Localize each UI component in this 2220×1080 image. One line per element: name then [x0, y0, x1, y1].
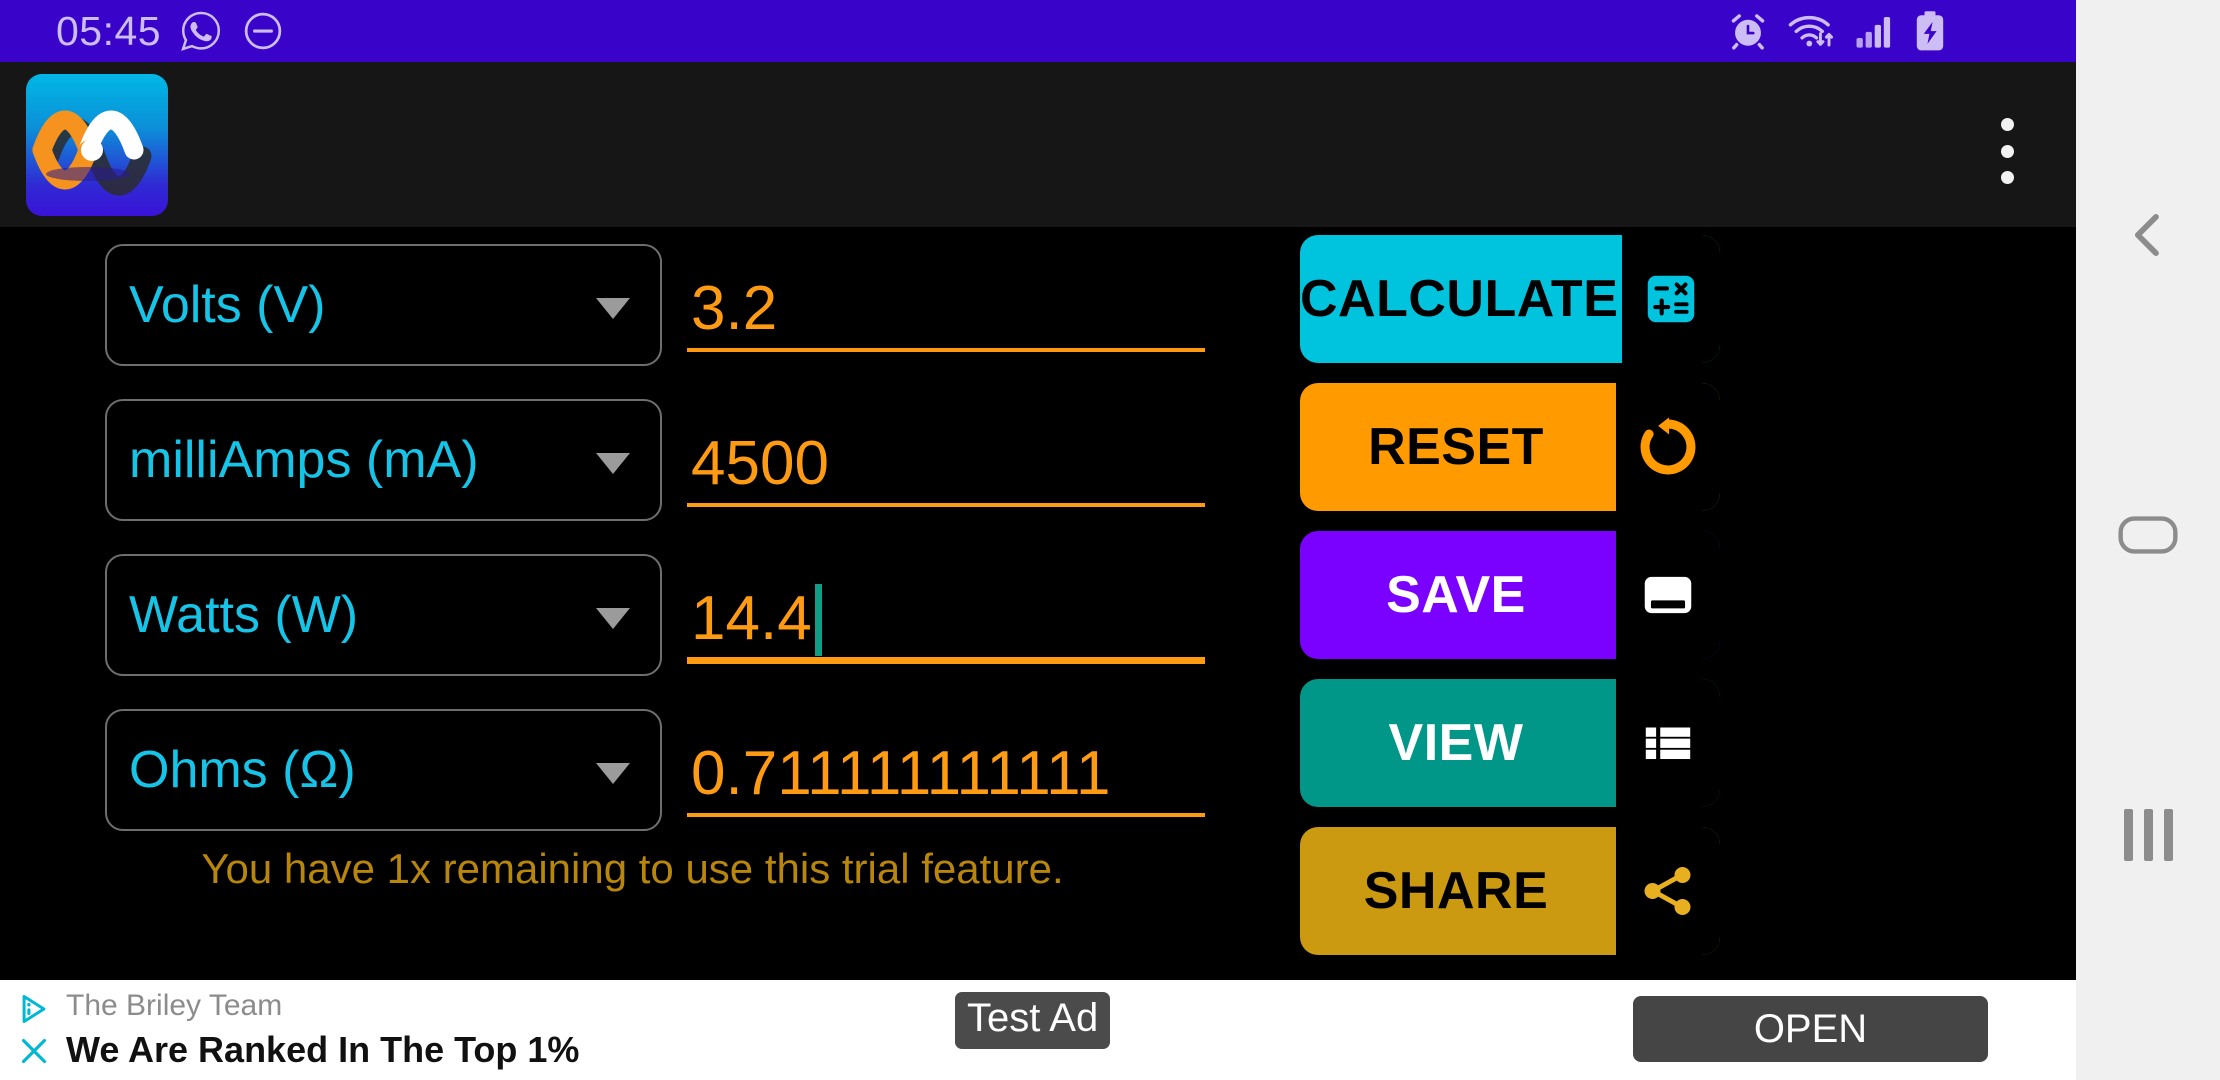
save-button-label: SAVE — [1386, 566, 1526, 624]
text-cursor — [814, 583, 822, 656]
phone-viewport: 05:45 Volts (V) 3.2 milliAmps (mA) 4500 … — [0, 0, 2076, 1080]
test-ad-badge: Test Ad — [955, 992, 1111, 1049]
value-field-volts[interactable]: 3.2 — [687, 244, 1207, 366]
close-icon[interactable] — [17, 1034, 51, 1068]
screen-root: 05:45 Volts (V) 3.2 milliAmps (mA) 4500 … — [0, 0, 2220, 1080]
reset-button[interactable]: RESET — [1300, 383, 1720, 511]
unit-dropdown-label: Ohms (Ω) — [129, 740, 356, 799]
share-button[interactable]: SHARE — [1300, 827, 1720, 955]
unit-dropdown-label: milliAmps (mA) — [129, 430, 479, 489]
save-button[interactable]: SAVE — [1300, 531, 1720, 659]
system-navigation-bar — [2076, 0, 2220, 1080]
status-bar: 05:45 — [0, 0, 2076, 62]
calculator-icon — [1622, 235, 1720, 363]
unit-dropdown-milliamps[interactable]: milliAmps (mA) — [105, 398, 662, 521]
overflow-dot — [2000, 118, 2014, 131]
overflow-menu-button[interactable] — [1974, 112, 2040, 190]
view-button-label: VIEW — [1388, 714, 1524, 772]
chevron-down-icon — [596, 762, 630, 784]
unit-dropdown-watts[interactable]: Watts (W) — [105, 553, 662, 676]
ad-headline: We Are Ranked In The Top 1% — [66, 1029, 580, 1070]
recents-bar — [2163, 809, 2173, 861]
status-bar-right — [1727, 9, 2052, 53]
recents-bars-icon — [2123, 809, 2173, 861]
calculate-button-label: CALCULATE — [1300, 270, 1619, 328]
home-rounded-rect-icon — [2118, 516, 2178, 554]
trial-notice: You have 1x remaining to use this trial … — [201, 845, 1064, 892]
calculator-row-ohms: Ohms (Ω) 0.711111111111 — [0, 692, 1265, 847]
app-logo-waveform-icon — [26, 74, 168, 216]
unit-dropdown-volts[interactable]: Volts (V) — [105, 243, 662, 366]
ad-open-button[interactable]: OPEN — [1633, 996, 1988, 1062]
value-field-ohms[interactable]: 0.711111111111 — [687, 709, 1207, 831]
value-underline — [687, 502, 1205, 507]
reset-button-label: RESET — [1368, 418, 1544, 476]
overflow-dot — [2000, 171, 2014, 184]
chevron-down-icon — [596, 297, 630, 319]
value-underline — [687, 656, 1205, 664]
overflow-dot — [2000, 144, 2014, 158]
value-text: 0.711111111111 — [691, 738, 1111, 808]
chevron-down-icon — [596, 452, 630, 474]
unit-dropdown-ohms[interactable]: Ohms (Ω) — [105, 708, 662, 831]
value-field-milliamps[interactable]: 4500 — [687, 399, 1207, 521]
value-field-watts[interactable]: 14.4 — [687, 554, 1207, 676]
list-icon — [1616, 679, 1720, 807]
do-not-disturb-icon — [244, 12, 282, 50]
whatsapp-icon — [181, 11, 221, 51]
chevron-left-icon — [2134, 213, 2159, 257]
recents-bar — [2143, 809, 2153, 861]
view-button[interactable]: VIEW — [1300, 679, 1720, 807]
unit-dropdown-label: Volts (V) — [129, 275, 326, 334]
battery-charging-icon — [1916, 11, 1944, 51]
signal-icon — [1856, 17, 1891, 48]
adchoices-icon[interactable] — [17, 992, 51, 1026]
ad-banner[interactable]: The Briley Team We Are Ranked In The Top… — [0, 980, 2076, 1080]
save-icon — [1616, 531, 1720, 659]
chevron-down-icon — [596, 607, 630, 629]
ad-banner-icons — [0, 980, 58, 1080]
ad-banner-text: The Briley Team We Are Ranked In The Top… — [66, 989, 579, 1071]
restore-icon — [1616, 383, 1720, 511]
nav-recents-button[interactable] — [2076, 785, 2220, 885]
action-button-column: CALCULATE RESET SAVE VIEW SHARE — [1300, 235, 1720, 955]
calculate-button[interactable]: CALCULATE — [1300, 235, 1720, 363]
recents-bar — [2123, 809, 2133, 861]
calculator-rows: Volts (V) 3.2 milliAmps (mA) 4500 Watts … — [0, 227, 1265, 892]
value-underline — [687, 347, 1205, 352]
ad-advertiser-name: The Briley Team — [66, 989, 283, 1022]
value-text: 3.2 — [691, 273, 778, 343]
value-text: 14.4 — [691, 583, 812, 653]
calculator-row-volts: Volts (V) 3.2 — [0, 227, 1265, 382]
share-icon — [1616, 827, 1720, 955]
main-content: Volts (V) 3.2 milliAmps (mA) 4500 Watts … — [0, 227, 2076, 980]
alarm-icon — [1731, 14, 1765, 50]
calculator-row-watts: Watts (W) 14.4 — [0, 537, 1265, 692]
app-bar — [0, 62, 2076, 227]
status-bar-left: 05:45 — [56, 8, 285, 55]
nav-back-button[interactable] — [2076, 185, 2220, 285]
nav-home-button[interactable] — [2076, 485, 2220, 585]
share-button-label: SHARE — [1363, 862, 1549, 920]
wifi-icon — [1788, 15, 1834, 47]
value-underline — [687, 812, 1205, 817]
unit-dropdown-label: Watts (W) — [129, 585, 359, 644]
calculator-row-milliamps: milliAmps (mA) 4500 — [0, 382, 1265, 537]
value-text: 4500 — [691, 428, 829, 498]
status-bar-clock: 05:45 — [56, 7, 162, 54]
